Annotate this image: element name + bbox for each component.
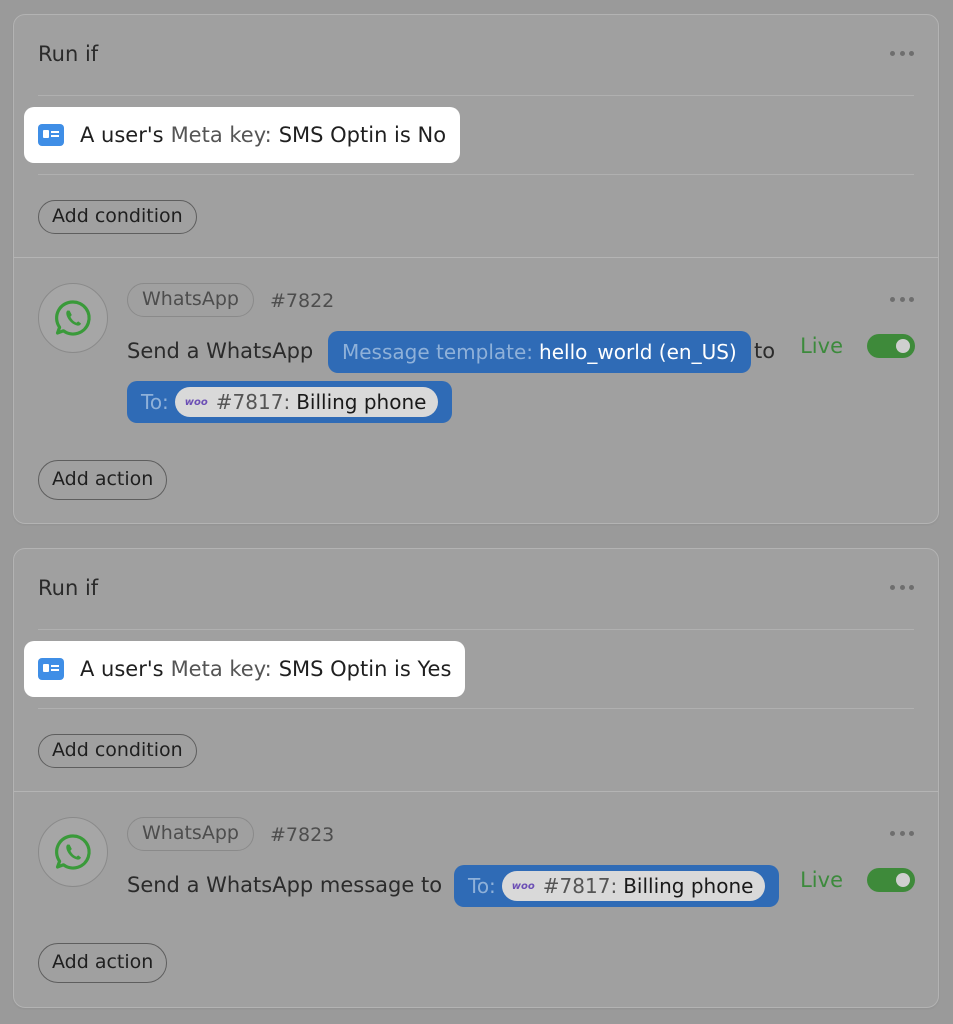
live-toggle[interactable] [867, 868, 915, 892]
action-id: #7822 [270, 290, 335, 312]
rule-block-1: Run if A user's Meta key: SMS Optin is N… [13, 14, 939, 524]
action-type-tag: WhatsApp [127, 817, 254, 851]
run-if-heading: Run if [38, 576, 99, 600]
billing-phone-chip[interactable]: woo #7817: Billing phone [501, 871, 766, 901]
action-text: Send a WhatsApp [127, 339, 314, 363]
more-options-icon[interactable] [890, 830, 914, 836]
add-condition-button[interactable]: Add condition [38, 734, 197, 768]
more-options-icon[interactable] [890, 296, 914, 302]
whatsapp-icon [55, 300, 91, 336]
condition-key-label: Meta key: [170, 657, 272, 681]
divider [38, 95, 914, 96]
token-label: To: [468, 874, 496, 898]
action-text-to: to [754, 339, 776, 363]
whatsapp-app-icon [38, 283, 108, 353]
section-divider [14, 257, 938, 258]
token-value: hello_world (en_US) [539, 340, 737, 364]
token-label: To: [141, 390, 169, 414]
billing-phone-chip[interactable]: woo #7817: Billing phone [174, 387, 439, 417]
condition-expression: SMS Optin is Yes [278, 657, 452, 681]
section-divider [14, 791, 938, 792]
add-condition-button[interactable]: Add condition [38, 200, 197, 234]
status-label: Live [800, 334, 843, 358]
divider [38, 174, 914, 175]
whatsapp-app-icon [38, 817, 108, 887]
whatsapp-icon [55, 834, 91, 870]
run-if-heading: Run if [38, 42, 99, 66]
chip-ref: #7817: [542, 874, 618, 898]
more-options-icon[interactable] [890, 50, 914, 56]
condition-prefix: A user's [80, 657, 164, 681]
recipient-token[interactable]: To: woo #7817: Billing phone [127, 381, 453, 423]
user-card-icon [38, 124, 64, 146]
divider [38, 708, 914, 709]
action-type-tag: WhatsApp [127, 283, 254, 317]
condition-row[interactable]: A user's Meta key: SMS Optin is Yes [24, 641, 466, 697]
chip-value: Billing phone [623, 874, 754, 898]
condition-expression: SMS Optin is No [278, 123, 447, 147]
message-template-token[interactable]: Message template: hello_world (en_US) [328, 331, 751, 373]
more-options-icon[interactable] [890, 584, 914, 590]
recipient-token[interactable]: To: woo #7817: Billing phone [454, 865, 780, 907]
divider [38, 629, 914, 630]
action-text: Send a WhatsApp message to [127, 873, 443, 897]
chip-value: Billing phone [296, 390, 427, 414]
live-toggle[interactable] [867, 334, 915, 358]
condition-prefix: A user's [80, 123, 164, 147]
user-card-icon [38, 658, 64, 680]
chip-ref: #7817: [215, 390, 291, 414]
rule-block-2: Run if A user's Meta key: SMS Optin is Y… [13, 548, 939, 1008]
status-label: Live [800, 868, 843, 892]
add-action-button[interactable]: Add action [38, 943, 168, 983]
action-id: #7823 [270, 824, 335, 846]
condition-row[interactable]: A user's Meta key: SMS Optin is No [24, 107, 461, 163]
woo-icon: woo [184, 396, 208, 408]
woo-icon: woo [511, 880, 535, 892]
add-action-button[interactable]: Add action [38, 460, 168, 500]
condition-key-label: Meta key: [170, 123, 272, 147]
token-label: Message template: [342, 340, 534, 364]
